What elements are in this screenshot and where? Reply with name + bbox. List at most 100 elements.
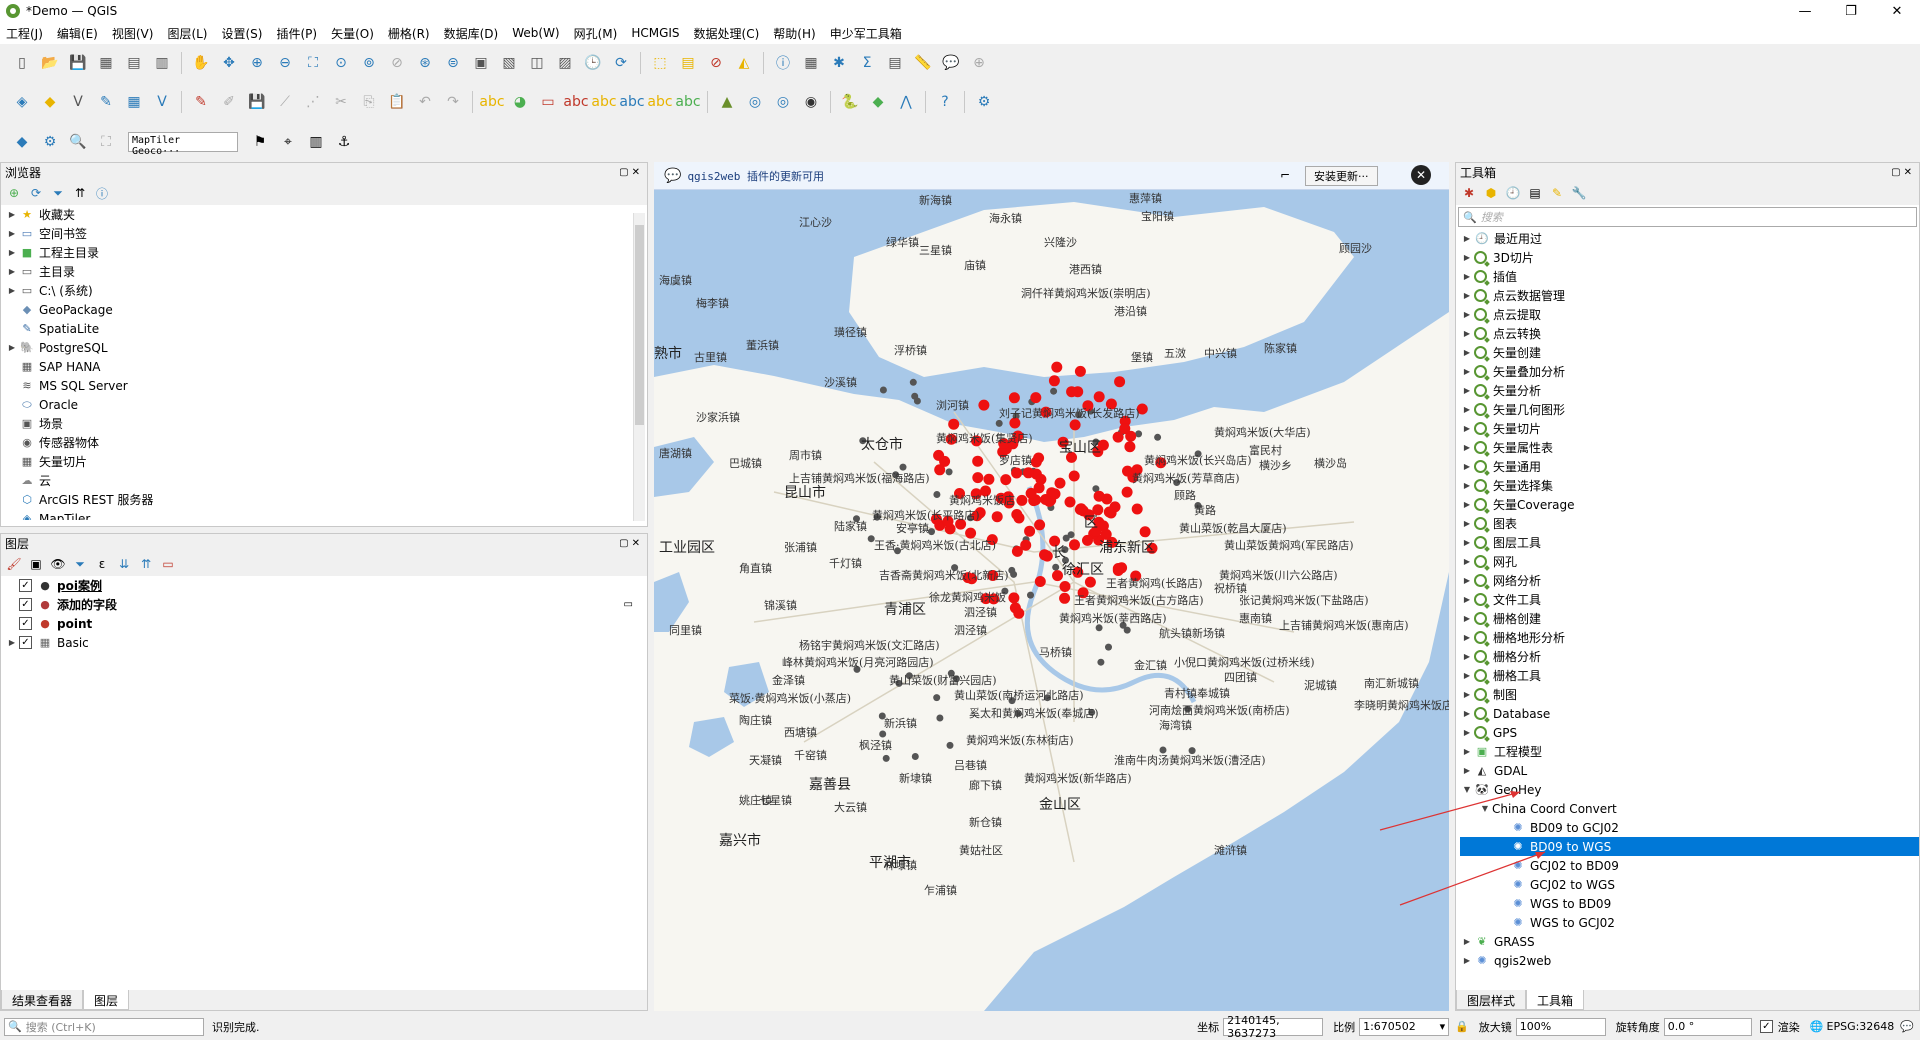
filter-legend-icon[interactable]: ⏷ (71, 555, 89, 573)
toolbox-group[interactable]: ▶ 插值 (1460, 267, 1919, 286)
add-virtual-icon[interactable]: Ⅴ (151, 91, 173, 113)
add-layer-icon[interactable]: ◆ (11, 131, 33, 153)
results-icon[interactable]: ▤ (1526, 184, 1544, 202)
python-console-icon[interactable]: 🐍 (839, 91, 861, 113)
browser-item[interactable]: ⬡ ArcGIS REST 服务器 (5, 490, 647, 509)
expand-arrow-icon[interactable]: ▶ (1460, 747, 1474, 756)
refresh-icon[interactable]: ⟳ (27, 184, 45, 202)
magnifier-icon[interactable]: 🔍 (67, 131, 89, 153)
toolbox-group[interactable]: ▶ GPS (1460, 723, 1919, 742)
add-vector-icon[interactable]: V (67, 91, 89, 113)
browser-item[interactable]: ☁ 云 (5, 471, 647, 490)
expand-arrow-icon[interactable]: ▶ (1460, 557, 1474, 566)
edit-features-icon[interactable]: ✎ (1548, 184, 1566, 202)
zoom-layer-icon[interactable]: ⊚ (358, 52, 380, 74)
collapse-all-icon[interactable]: ⇈ (71, 184, 89, 202)
change-label-icon[interactable]: abc (675, 91, 700, 113)
toolbox-group[interactable]: ▶ 矢量几何图形 (1460, 400, 1919, 419)
toolbox-group[interactable]: ▶ 矢量通用 (1460, 457, 1919, 476)
add-raster-icon[interactable]: ▦ (123, 91, 145, 113)
attribute-table-icon[interactable]: ▦ (800, 52, 822, 74)
expand-arrow-icon[interactable]: ▶ (1460, 291, 1474, 300)
close-window-button[interactable]: ✕ (1874, 0, 1920, 22)
expand-arrow-icon[interactable]: ▶ (1460, 348, 1474, 357)
dock-controls[interactable]: ▢✕ (1891, 167, 1915, 178)
eye-icon[interactable]: 👁 (49, 555, 67, 573)
render-checkbox[interactable]: ✓ (1759, 1020, 1778, 1034)
pin-label-icon[interactable]: abc (563, 91, 588, 113)
select-by-location-icon[interactable]: ◭ (733, 52, 755, 74)
expand-arrow-icon[interactable]: ▶ (1460, 424, 1474, 433)
layer-item[interactable]: ✓ ● point (5, 614, 647, 633)
menu-item-0[interactable]: 工程(J) (6, 25, 43, 42)
panda-icon[interactable]: ◉ (800, 91, 822, 113)
toolbox-group[interactable]: ▶ 图层工具 (1460, 533, 1919, 552)
toolbox-group[interactable]: ▶ 点云数据管理 (1460, 286, 1919, 305)
browser-item[interactable]: ▣ 场景 (5, 414, 647, 433)
install-update-button[interactable]: 安装更新··· (1305, 166, 1378, 186)
expand-arrow-icon[interactable]: ▶ (1460, 595, 1474, 604)
remove-layer-icon[interactable]: ▭ (159, 555, 177, 573)
expand-arrow-icon[interactable]: ▶ (1460, 576, 1474, 585)
zoom-last-icon[interactable]: ⊛ (414, 52, 436, 74)
toolbox-group[interactable]: ▶ ✺ qgis2web (1460, 951, 1919, 970)
filter-expression-icon[interactable]: ε (93, 555, 111, 573)
expand-all-icon[interactable]: ⇊ (115, 555, 133, 573)
globe-search-icon[interactable]: ◎ (744, 91, 766, 113)
add-group-icon[interactable]: ▣ (27, 555, 45, 573)
menu-item-3[interactable]: 图层(L) (167, 25, 207, 42)
pan-icon[interactable]: ✋ (190, 52, 212, 74)
locator-search-input[interactable]: 🔍 搜索 (Ctrl+K) (4, 1017, 204, 1036)
statistics-icon[interactable]: Σ (856, 52, 878, 74)
layer-visibility-checkbox[interactable]: ✓ (19, 579, 32, 592)
expand-arrow-icon[interactable]: ▶ (1460, 462, 1474, 471)
geocoder-input[interactable]: MapTiler Geoco··· (128, 132, 238, 157)
toolbox-group[interactable]: ▶ 图表 (1460, 514, 1919, 533)
expand-arrow-icon[interactable]: ▶ (1460, 310, 1474, 319)
models-icon[interactable]: ✱ (1460, 184, 1478, 202)
identify-icon[interactable]: ⓘ (772, 52, 794, 74)
filter-icon[interactable]: ⏷ (49, 184, 67, 202)
toolbox-group[interactable]: ▶ 矢量切片 (1460, 419, 1919, 438)
menu-item-14[interactable]: 申少军工具箱 (830, 25, 902, 42)
expand-arrow-icon[interactable]: ▶ (5, 248, 19, 257)
browser-item[interactable]: ▶ ▭ 主目录 (5, 262, 647, 281)
toolbox-group[interactable]: ▶ 制图 (1460, 685, 1919, 704)
scale-input[interactable]: 1:670502 ▾ (1359, 1017, 1450, 1036)
toolbox-group[interactable]: ▶ Database (1460, 704, 1919, 723)
style-manager-icon[interactable]: ▥ (151, 52, 173, 74)
move-label-icon[interactable]: abc (619, 91, 644, 113)
style-icon[interactable]: 🖌 (5, 555, 23, 573)
browser-item[interactable]: ▶ ▭ 空间书签 (5, 224, 647, 243)
browser-item[interactable]: ▶ ■ 工程主目录 (5, 243, 647, 262)
browser-item[interactable]: ▶ ★ 收藏夹 (5, 205, 647, 224)
new-project-icon[interactable]: ▯ (11, 52, 33, 74)
maximize-button[interactable]: ❐ (1828, 0, 1874, 22)
toolbox-group[interactable]: ▶ 栅格工具 (1460, 666, 1919, 685)
browser-item[interactable]: ✎ SpatiaLite (5, 319, 647, 338)
label-toolbar-icon[interactable]: ▭ (537, 91, 559, 113)
expand-arrow-icon[interactable]: ▶ (1460, 481, 1474, 490)
help-icon[interactable]: ? (934, 91, 956, 113)
menu-item-9[interactable]: Web(W) (512, 26, 559, 40)
expand-arrow-icon[interactable]: ▶ (5, 229, 19, 238)
toolbox-search[interactable]: 🔍 搜索 (1458, 207, 1917, 227)
deselect-icon[interactable]: ⊘ (705, 52, 727, 74)
minimize-button[interactable]: — (1782, 0, 1828, 22)
layer-item[interactable]: ✓ ● 添加的字段 ▭ (5, 595, 647, 614)
browser-item[interactable]: ≋ MS SQL Server (5, 376, 647, 395)
rotation-input[interactable]: 0.0 ° (1663, 1017, 1752, 1036)
network-icon[interactable]: ⋀ (895, 91, 917, 113)
tool-icon[interactable]: ⚙ (973, 91, 995, 113)
menu-item-8[interactable]: 数据库(D) (444, 25, 499, 42)
layer-visibility-checkbox[interactable]: ✓ (19, 617, 32, 630)
expand-arrow-icon[interactable]: ▶ (1460, 329, 1474, 338)
browser-item[interactable]: ▦ SAP HANA (5, 357, 647, 376)
browser-item[interactable]: ▶ ▭ C:\ (系统) (5, 281, 647, 300)
expand-arrow-icon[interactable]: ▶ (1460, 671, 1474, 680)
menu-item-5[interactable]: 插件(P) (276, 25, 317, 42)
dock-controls[interactable]: ▢✕ (619, 538, 643, 549)
expand-arrow-icon[interactable]: ▶ (1460, 652, 1474, 661)
map-canvas[interactable]: 新海镇 海永镇 惠萍镇 江心沙 兴隆沙 宝阳镇 绿华镇 三星镇 顾园沙 庙镇 海虞镇 港西镇 梅李镇 洞仟… (654, 162, 1449, 1011)
zoom-full-icon[interactable]: ⛶ (302, 52, 324, 74)
